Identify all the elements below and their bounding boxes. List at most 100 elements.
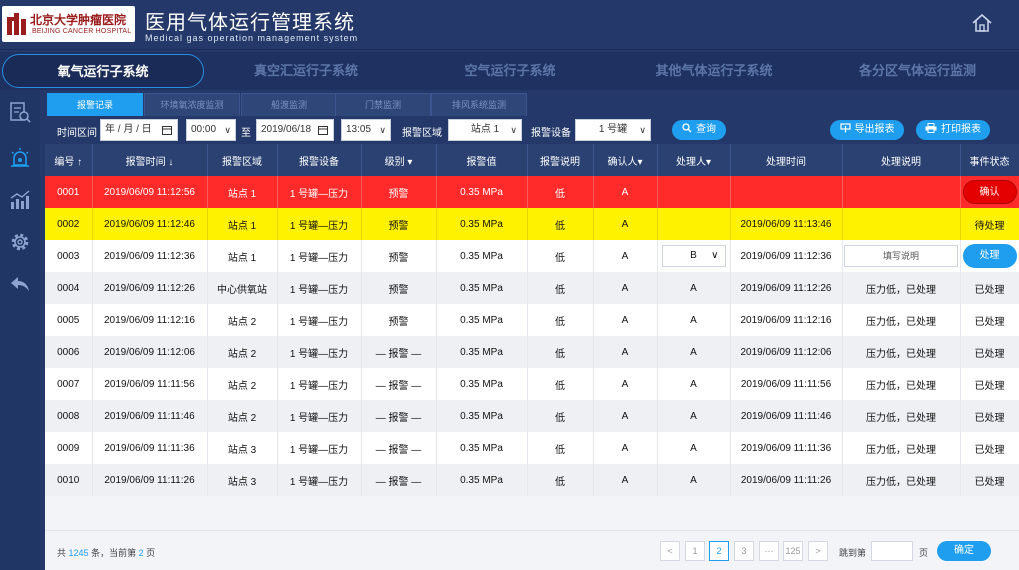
table-row: 0002 2019/06/09 11:12:46 站点 1 1 号罐—压力 预警… bbox=[45, 208, 1019, 240]
cell-alarm-time: 2019/06/09 11:12:36 bbox=[92, 240, 208, 272]
back-arrow-icon[interactable] bbox=[8, 272, 32, 296]
col-header-handle-desc: 处理说明 bbox=[842, 144, 961, 176]
col-header-alarm-time[interactable]: 报警时间 ↓ bbox=[92, 144, 208, 176]
alarm-device-select[interactable]: 1 号罐 ∨ bbox=[575, 119, 651, 141]
process-button[interactable]: 处理 bbox=[962, 244, 1017, 268]
start-time-select[interactable]: 00:00 ∨ bbox=[186, 119, 236, 141]
cell-value: 0.35 MPa bbox=[436, 400, 528, 432]
cell-value: 0.35 MPa bbox=[436, 432, 528, 464]
page-button-last[interactable]: 125 bbox=[783, 541, 803, 561]
cell-value: 0.35 MPa bbox=[436, 176, 528, 208]
cell-area: 站点 1 bbox=[207, 208, 278, 240]
cell-id: 0007 bbox=[45, 368, 93, 400]
end-time-select[interactable]: 13:05 ∨ bbox=[341, 119, 391, 141]
tab-access-control[interactable]: 门禁监测 bbox=[335, 93, 431, 116]
prev-page-button[interactable]: < bbox=[660, 541, 680, 561]
cell-confirmer: A bbox=[593, 208, 658, 240]
subnav-air[interactable]: 空气运行子系统 bbox=[408, 54, 612, 88]
calendar-icon bbox=[162, 126, 172, 135]
subnav-vacuum[interactable]: 真空汇运行子系统 bbox=[204, 54, 408, 88]
col-header-confirmer[interactable]: 确认人▾ bbox=[593, 144, 658, 176]
col-header-handler[interactable]: 处理人▾ bbox=[657, 144, 731, 176]
tab-exhaust-system[interactable]: 排风系统监测 bbox=[431, 93, 527, 116]
cell-area: 站点 2 bbox=[207, 336, 278, 368]
cell-level: 预警 bbox=[361, 304, 437, 336]
statistics-chart-icon[interactable] bbox=[8, 188, 32, 212]
jump-page-input[interactable] bbox=[871, 541, 913, 561]
col-header-id[interactable]: 编号 ↑ bbox=[45, 144, 93, 176]
end-date-input[interactable]: 2019/06/18 bbox=[256, 119, 334, 141]
confirm-button[interactable]: 确认 bbox=[962, 180, 1017, 204]
tab-alarm-records[interactable]: 报警记录 bbox=[47, 93, 143, 116]
cell-status: 已处理 bbox=[960, 304, 1019, 336]
start-date-input[interactable]: 年 / 月 / 日 bbox=[100, 119, 178, 141]
cell-id: 0002 bbox=[45, 208, 93, 240]
chevron-down-icon: ∨ bbox=[510, 125, 517, 135]
cell-device: 1 号罐—压力 bbox=[277, 336, 362, 368]
search-button[interactable]: 查询 bbox=[672, 120, 726, 140]
subnav-oxygen[interactable]: 氧气运行子系统 bbox=[2, 54, 204, 88]
cell-description: 低 bbox=[527, 336, 594, 368]
cell-alarm-time: 2019/06/09 11:12:56 bbox=[92, 176, 208, 208]
system-title: 医用气体运行管理系统 bbox=[145, 12, 355, 34]
subnav-zone-monitor[interactable]: 各分区气体运行监测 bbox=[816, 54, 1019, 88]
jump-confirm-button[interactable]: 确定 bbox=[937, 541, 991, 561]
cell-status: 已处理 bbox=[960, 432, 1019, 464]
page-button-3[interactable]: 3 bbox=[734, 541, 754, 561]
page-button-1[interactable]: 1 bbox=[685, 541, 705, 561]
calendar-icon bbox=[318, 126, 328, 135]
total-count: 1245 bbox=[68, 548, 89, 558]
cell-handle-desc: 压力低，已处理 bbox=[842, 304, 961, 336]
col-header-handle-time: 处理时间 bbox=[730, 144, 843, 176]
cell-status: 已处理 bbox=[960, 400, 1019, 432]
cell-handler: A bbox=[657, 336, 731, 368]
next-page-button[interactable]: > bbox=[808, 541, 828, 561]
to-label: 至 bbox=[241, 128, 251, 139]
cell-handle-desc: 压力低，已处理 bbox=[842, 368, 961, 400]
cell-id: 0009 bbox=[45, 432, 93, 464]
jump-page-suffix: 页 bbox=[919, 548, 929, 558]
cell-device: 1 号罐—压力 bbox=[277, 464, 362, 496]
alarm-area-label: 报警区域 bbox=[402, 128, 442, 139]
pagination-footer: 共 1245 条，当前第 2 页 < 1 2 3 ··· 125 > 跳到第 页… bbox=[45, 530, 1019, 570]
logo-cn-text: 北京大学肿瘤医院 bbox=[30, 13, 127, 27]
cell-value: 0.35 MPa bbox=[436, 240, 528, 272]
current-page-number: 2 bbox=[138, 548, 144, 558]
time-range-label: 时间区间 bbox=[57, 128, 97, 139]
settings-gear-icon[interactable] bbox=[8, 230, 32, 254]
cell-confirmer: A bbox=[593, 272, 658, 304]
left-sidebar bbox=[0, 90, 40, 570]
report-search-icon[interactable] bbox=[8, 100, 32, 124]
cell-alarm-time: 2019/06/09 11:11:36 bbox=[92, 432, 208, 464]
alarm-icon[interactable] bbox=[8, 146, 32, 170]
cell-status: 已处理 bbox=[960, 464, 1019, 496]
subnav-other-gas[interactable]: 其他气体运行子系统 bbox=[612, 54, 816, 88]
cell-confirmer: A bbox=[593, 336, 658, 368]
cell-value: 0.35 MPa bbox=[436, 464, 528, 496]
handler-select[interactable]: B ∨ bbox=[661, 245, 726, 267]
col-header-level[interactable]: 级别 ▾ bbox=[361, 144, 437, 176]
cell-alarm-time: 2019/06/09 11:12:06 bbox=[92, 336, 208, 368]
col-header-value: 报警值 bbox=[436, 144, 528, 176]
cell-description: 低 bbox=[527, 208, 594, 240]
cell-device: 1 号罐—压力 bbox=[277, 400, 362, 432]
table-row: 0007 2019/06/09 11:11:56 站点 2 1 号罐—压力 — … bbox=[45, 368, 1019, 400]
export-report-button[interactable]: 导出报表 bbox=[830, 120, 904, 140]
alarm-area-value: 站点 1 bbox=[470, 124, 500, 135]
end-date-value: 2019/06/18 bbox=[261, 124, 312, 135]
print-report-button[interactable]: 打印报表 bbox=[916, 120, 990, 140]
col-header-area: 报警区域 bbox=[207, 144, 278, 176]
table-row: 0009 2019/06/09 11:11:36 站点 3 1 号罐—压力 — … bbox=[45, 432, 1019, 464]
cell-status: 已处理 bbox=[960, 336, 1019, 368]
tab-oxygen-concentration[interactable]: 环境氧浓度监测 bbox=[144, 93, 240, 116]
cell-alarm-time: 2019/06/09 11:11:26 bbox=[92, 464, 208, 496]
home-icon[interactable] bbox=[971, 12, 993, 34]
handle-desc-input[interactable]: 填写说明 bbox=[844, 245, 958, 267]
tab-ferry-monitor[interactable]: 船渡监测 bbox=[241, 93, 337, 116]
cell-confirmer: A bbox=[593, 240, 658, 272]
page-button-2[interactable]: 2 bbox=[709, 541, 729, 561]
cell-description: 低 bbox=[527, 432, 594, 464]
cell-id: 0003 bbox=[45, 240, 93, 272]
alarm-area-select[interactable]: 站点 1 ∨ bbox=[448, 119, 522, 141]
cell-area: 站点 2 bbox=[207, 400, 278, 432]
